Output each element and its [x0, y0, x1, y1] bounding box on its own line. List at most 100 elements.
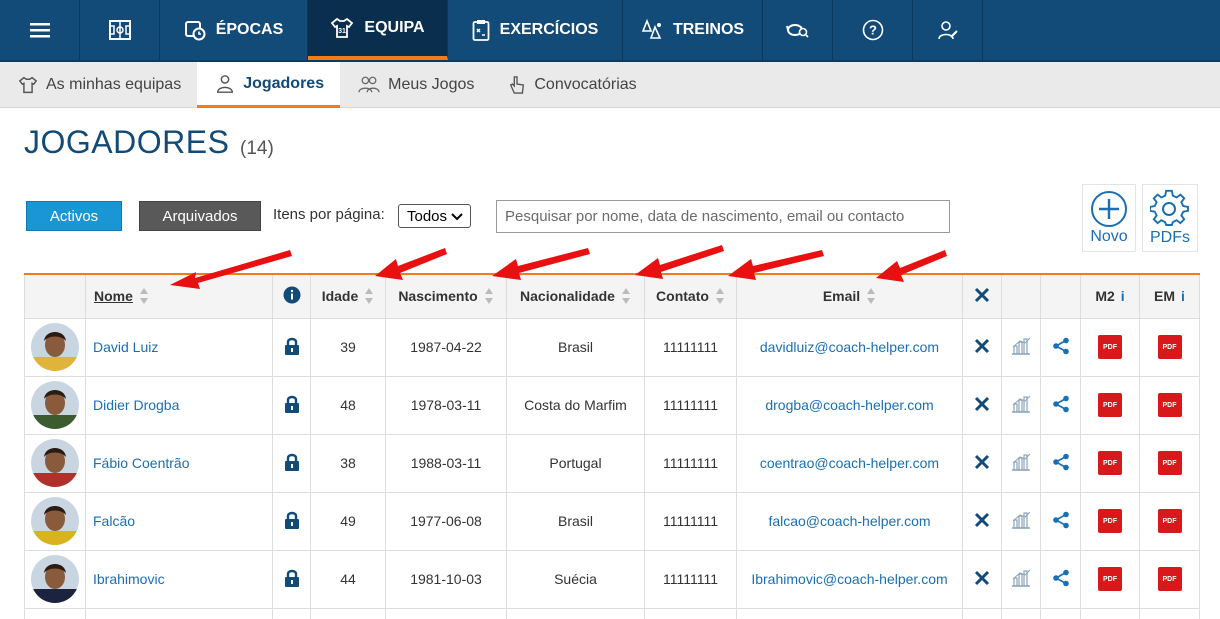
items-per-page-select[interactable]: Todos — [398, 204, 471, 228]
lock-icon — [284, 511, 299, 529]
player-nationality: Brasil — [506, 491, 645, 551]
player-email[interactable]: davidluiz@coach-helper.com — [736, 317, 963, 377]
top-navigation-bar: ÉPOCAS 31 EQUIPA EXERCÍCIOS TREINOS ? — [0, 0, 1220, 62]
stats-cell[interactable] — [1001, 491, 1041, 551]
header-nacionalidade[interactable]: Nacionalidade — [506, 273, 645, 319]
pdf-icon: PDF — [1098, 393, 1122, 417]
player-age: 44 — [310, 549, 386, 609]
search-input[interactable] — [496, 200, 950, 233]
em-pdf-cell[interactable]: PDF — [1139, 491, 1200, 551]
share-icon — [1052, 453, 1069, 470]
nav-board-button[interactable] — [80, 0, 160, 60]
header-email[interactable]: Email — [736, 273, 963, 319]
em-pdf-cell[interactable]: PDF — [1139, 317, 1200, 377]
lock-cell[interactable] — [272, 317, 311, 377]
page-title: JOGADORES — [24, 124, 230, 160]
stats-cell[interactable] — [1001, 317, 1041, 377]
subnav-jogadores[interactable]: Jogadores — [197, 62, 341, 108]
nav-menu-button[interactable] — [0, 0, 80, 60]
player-nationality: Costa do Marfim — [506, 375, 645, 435]
player-email[interactable]: coentrao@coach-helper.com — [736, 433, 963, 493]
delete-cell[interactable] — [962, 549, 1002, 609]
share-cell[interactable] — [1040, 549, 1081, 609]
em-pdf-cell[interactable]: PDF — [1139, 433, 1200, 493]
player-name[interactable]: Fábio Coentrão — [85, 433, 273, 493]
header-m2-info[interactable]: i — [1121, 288, 1125, 304]
share-cell[interactable] — [1040, 491, 1081, 551]
nav-equipa[interactable]: 31 EQUIPA — [308, 0, 448, 60]
stats-cell[interactable] — [1001, 433, 1041, 493]
player-nationality: Suécia — [506, 549, 645, 609]
arquivados-button[interactable]: Arquivados — [139, 201, 261, 231]
m2-pdf-cell[interactable]: PDF — [1080, 317, 1140, 377]
player-name[interactable]: David Luiz — [85, 317, 273, 377]
player-name[interactable]: Ibrahimovic — [85, 549, 273, 609]
bar-chart-icon — [1012, 395, 1031, 413]
m2-pdf-cell[interactable]: PDF — [1080, 375, 1140, 435]
cones-icon — [641, 19, 662, 39]
delete-cell[interactable] — [962, 375, 1002, 435]
pdfs-button[interactable]: PDFs — [1142, 184, 1198, 252]
subnav-convocatorias-label: Convocatórias — [534, 76, 637, 93]
lock-cell[interactable] — [272, 375, 311, 435]
subnav-meus-jogos[interactable]: Meus Jogos — [340, 62, 490, 108]
pdfs-label: PDFs — [1150, 229, 1190, 246]
nav-profile-button[interactable] — [913, 0, 983, 60]
header-info[interactable] — [272, 273, 311, 319]
share-cell[interactable] — [1040, 375, 1081, 435]
delete-cell[interactable] — [962, 317, 1002, 377]
delete-cell[interactable] — [962, 433, 1002, 493]
table-cell — [1040, 607, 1081, 619]
board-icon — [108, 20, 131, 40]
player-email[interactable]: falcao@coach-helper.com — [736, 491, 963, 551]
nav-treinos[interactable]: TREINOS — [623, 0, 763, 60]
stats-cell[interactable] — [1001, 549, 1041, 609]
subnav-as-minhas-equipas-label: As minhas equipas — [46, 76, 182, 93]
nav-help-button[interactable]: ? — [833, 0, 913, 60]
em-pdf-cell[interactable]: PDF — [1139, 375, 1200, 435]
delete-cell[interactable] — [962, 491, 1002, 551]
player-name[interactable]: Falcão — [85, 491, 273, 551]
players-table: Nome Idade Nascimento Nacionalidade Cont… — [24, 273, 1200, 619]
activos-button[interactable]: Activos — [26, 201, 122, 231]
nav-exercicios[interactable]: EXERCÍCIOS — [448, 0, 623, 60]
stats-cell[interactable] — [1001, 375, 1041, 435]
subnav-convocatorias[interactable]: Convocatórias — [490, 62, 652, 108]
header-contato[interactable]: Contato — [644, 273, 737, 319]
lock-cell[interactable] — [272, 491, 311, 551]
m2-pdf-cell[interactable]: PDF — [1080, 433, 1140, 493]
header-idade-label: Idade — [321, 288, 359, 305]
header-idade[interactable]: Idade — [310, 273, 386, 319]
m2-pdf-cell[interactable]: PDF — [1080, 549, 1140, 609]
player-contact: 11111111 — [644, 375, 737, 435]
header-delete[interactable] — [962, 273, 1002, 319]
table-cell — [736, 607, 963, 619]
player-email[interactable]: Ibrahimovic@coach-helper.com — [736, 549, 963, 609]
nav-whistle-button[interactable] — [763, 0, 833, 60]
lock-cell[interactable] — [272, 549, 311, 609]
subnav-as-minhas-equipas[interactable]: As minhas equipas — [0, 62, 197, 108]
header-nome[interactable]: Nome — [85, 273, 273, 319]
clipboard-icon — [472, 20, 490, 41]
player-contact: 11111111 — [644, 491, 737, 551]
lock-cell[interactable] — [272, 433, 311, 493]
nav-epocas[interactable]: ÉPOCAS — [160, 0, 308, 60]
share-cell[interactable] — [1040, 433, 1081, 493]
em-pdf-cell[interactable]: PDF — [1139, 549, 1200, 609]
novo-button[interactable]: Novo — [1082, 184, 1136, 252]
header-nome-label: Nome — [94, 288, 133, 305]
player-name[interactable]: Didier Drogba — [85, 375, 273, 435]
avatar-cell — [24, 491, 86, 551]
svg-text:31: 31 — [339, 28, 347, 35]
player-nationality: Portugal — [506, 433, 645, 493]
nav-equipa-label: EQUIPA — [364, 19, 425, 36]
player-count: (14) — [240, 138, 274, 159]
header-share — [1040, 273, 1081, 319]
share-cell[interactable] — [1040, 317, 1081, 377]
m2-pdf-cell[interactable]: PDF — [1080, 491, 1140, 551]
header-nascimento[interactable]: Nascimento — [385, 273, 507, 319]
player-email[interactable]: drogba@coach-helper.com — [736, 375, 963, 435]
table-cell — [962, 607, 1002, 619]
table-row-partial — [24, 607, 1200, 619]
header-em-info[interactable]: i — [1181, 288, 1185, 304]
